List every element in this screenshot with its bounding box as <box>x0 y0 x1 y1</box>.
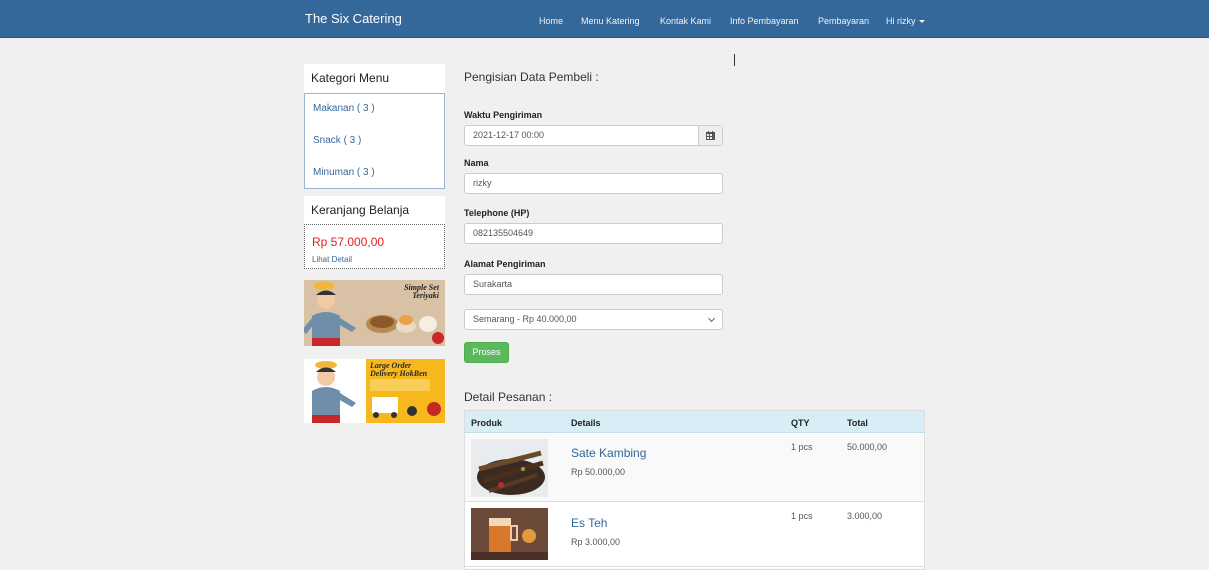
cart-detail-link[interactable]: Lihat Detail <box>312 255 352 264</box>
form-title: Pengisian Data Pembeli : <box>464 70 599 84</box>
delivery-time-input[interactable]: 2021-12-17 00:00 <box>464 125 723 146</box>
text-cursor <box>734 54 735 66</box>
address-value: Surakarta <box>473 279 513 289</box>
user-dropdown[interactable]: Hi rizky <box>886 16 925 26</box>
product-name[interactable]: Sate Kambing <box>571 446 646 460</box>
product-total: 3.000,00 <box>847 511 883 521</box>
proses-button[interactable]: Proses <box>464 342 509 363</box>
phone-input[interactable]: 082135504649 <box>464 223 723 244</box>
nav-kontak-kami[interactable]: Kontak Kami <box>660 16 711 26</box>
header-product: Produk <box>471 418 503 428</box>
category-minuman[interactable]: Minuman ( 3 ) <box>313 167 375 178</box>
header-qty: QTY <box>791 418 810 428</box>
product-total: 50.000,00 <box>847 442 888 452</box>
promo-banner-teriyaki[interactable]: Simple Set Teriyaki <box>304 280 445 346</box>
nav-menu-katering[interactable]: Menu Katering <box>581 16 640 26</box>
table-header: Produk Details QTY Total <box>465 411 924 433</box>
product-name[interactable]: Es Teh <box>571 516 607 530</box>
caret-down-icon <box>918 20 925 24</box>
top-navbar: The Six Catering Home Menu Katering Kont… <box>0 0 1209 38</box>
brand-logo[interactable]: The Six Catering <box>305 11 402 26</box>
order-title: Detail Pesanan : <box>464 390 553 404</box>
delivery-time-label: Waktu Pengiriman <box>464 110 543 120</box>
cart-summary: Rp 57.000,00 Lihat Detail <box>304 224 445 269</box>
user-greeting: Hi rizky <box>886 16 916 26</box>
nav-home[interactable]: Home <box>539 16 563 26</box>
table-row: Sate Kambing Rp 50.000,00 1 pcs 50.000,0… <box>465 434 924 502</box>
city-selected-value: Semarang - Rp 40.000,00 <box>473 314 577 324</box>
category-panel-title: Kategori Menu <box>304 64 445 93</box>
nav-pembayaran[interactable]: Pembayaran <box>818 16 869 26</box>
product-qty: 1 pcs <box>791 511 813 521</box>
delivery-time-value: 2021-12-17 00:00 <box>473 130 545 140</box>
product-image-es-teh <box>471 508 548 560</box>
promo-banner-large-order[interactable]: Large Order Delivery HokBen <box>304 359 445 423</box>
phone-value: 082135504649 <box>473 228 534 238</box>
name-value: rizky <box>473 178 492 188</box>
name-input[interactable]: rizky <box>464 173 723 194</box>
teriyaki-banner-text: Simple Set Teriyaki <box>404 283 439 300</box>
calendar-icon[interactable] <box>698 126 722 145</box>
large-order-banner-text: Large Order Delivery HokBen <box>370 361 428 378</box>
product-price: Rp 50.000,00 <box>571 467 626 477</box>
chevron-down-icon <box>707 314 716 323</box>
nav-info-pembayaran[interactable]: Info Pembayaran <box>730 16 799 26</box>
address-input[interactable]: Surakarta <box>464 274 723 295</box>
header-total: Total <box>847 418 868 428</box>
header-details: Details <box>571 418 601 428</box>
cart-panel-title: Keranjang Belanja <box>304 196 445 224</box>
name-label: Nama <box>464 158 489 168</box>
phone-label: Telephone (HP) <box>464 208 530 218</box>
cart-total-price: Rp 57.000,00 <box>312 235 385 249</box>
product-qty: 1 pcs <box>791 442 813 452</box>
city-select[interactable]: Semarang - Rp 40.000,00 <box>464 309 723 330</box>
address-label: Alamat Pengiriman <box>464 259 546 269</box>
category-snack[interactable]: Snack ( 3 ) <box>313 135 361 146</box>
order-table: Produk Details QTY Total Sate Kambing Rp… <box>464 410 925 570</box>
product-price: Rp 3.000,00 <box>571 537 621 547</box>
table-row: Es Teh Rp 3.000,00 1 pcs 3.000,00 <box>465 503 924 567</box>
category-list: Makanan ( 3 ) Snack ( 3 ) Minuman ( 3 ) <box>304 93 445 189</box>
product-image-sate-kambing <box>471 439 548 497</box>
category-makanan[interactable]: Makanan ( 3 ) <box>313 103 375 114</box>
